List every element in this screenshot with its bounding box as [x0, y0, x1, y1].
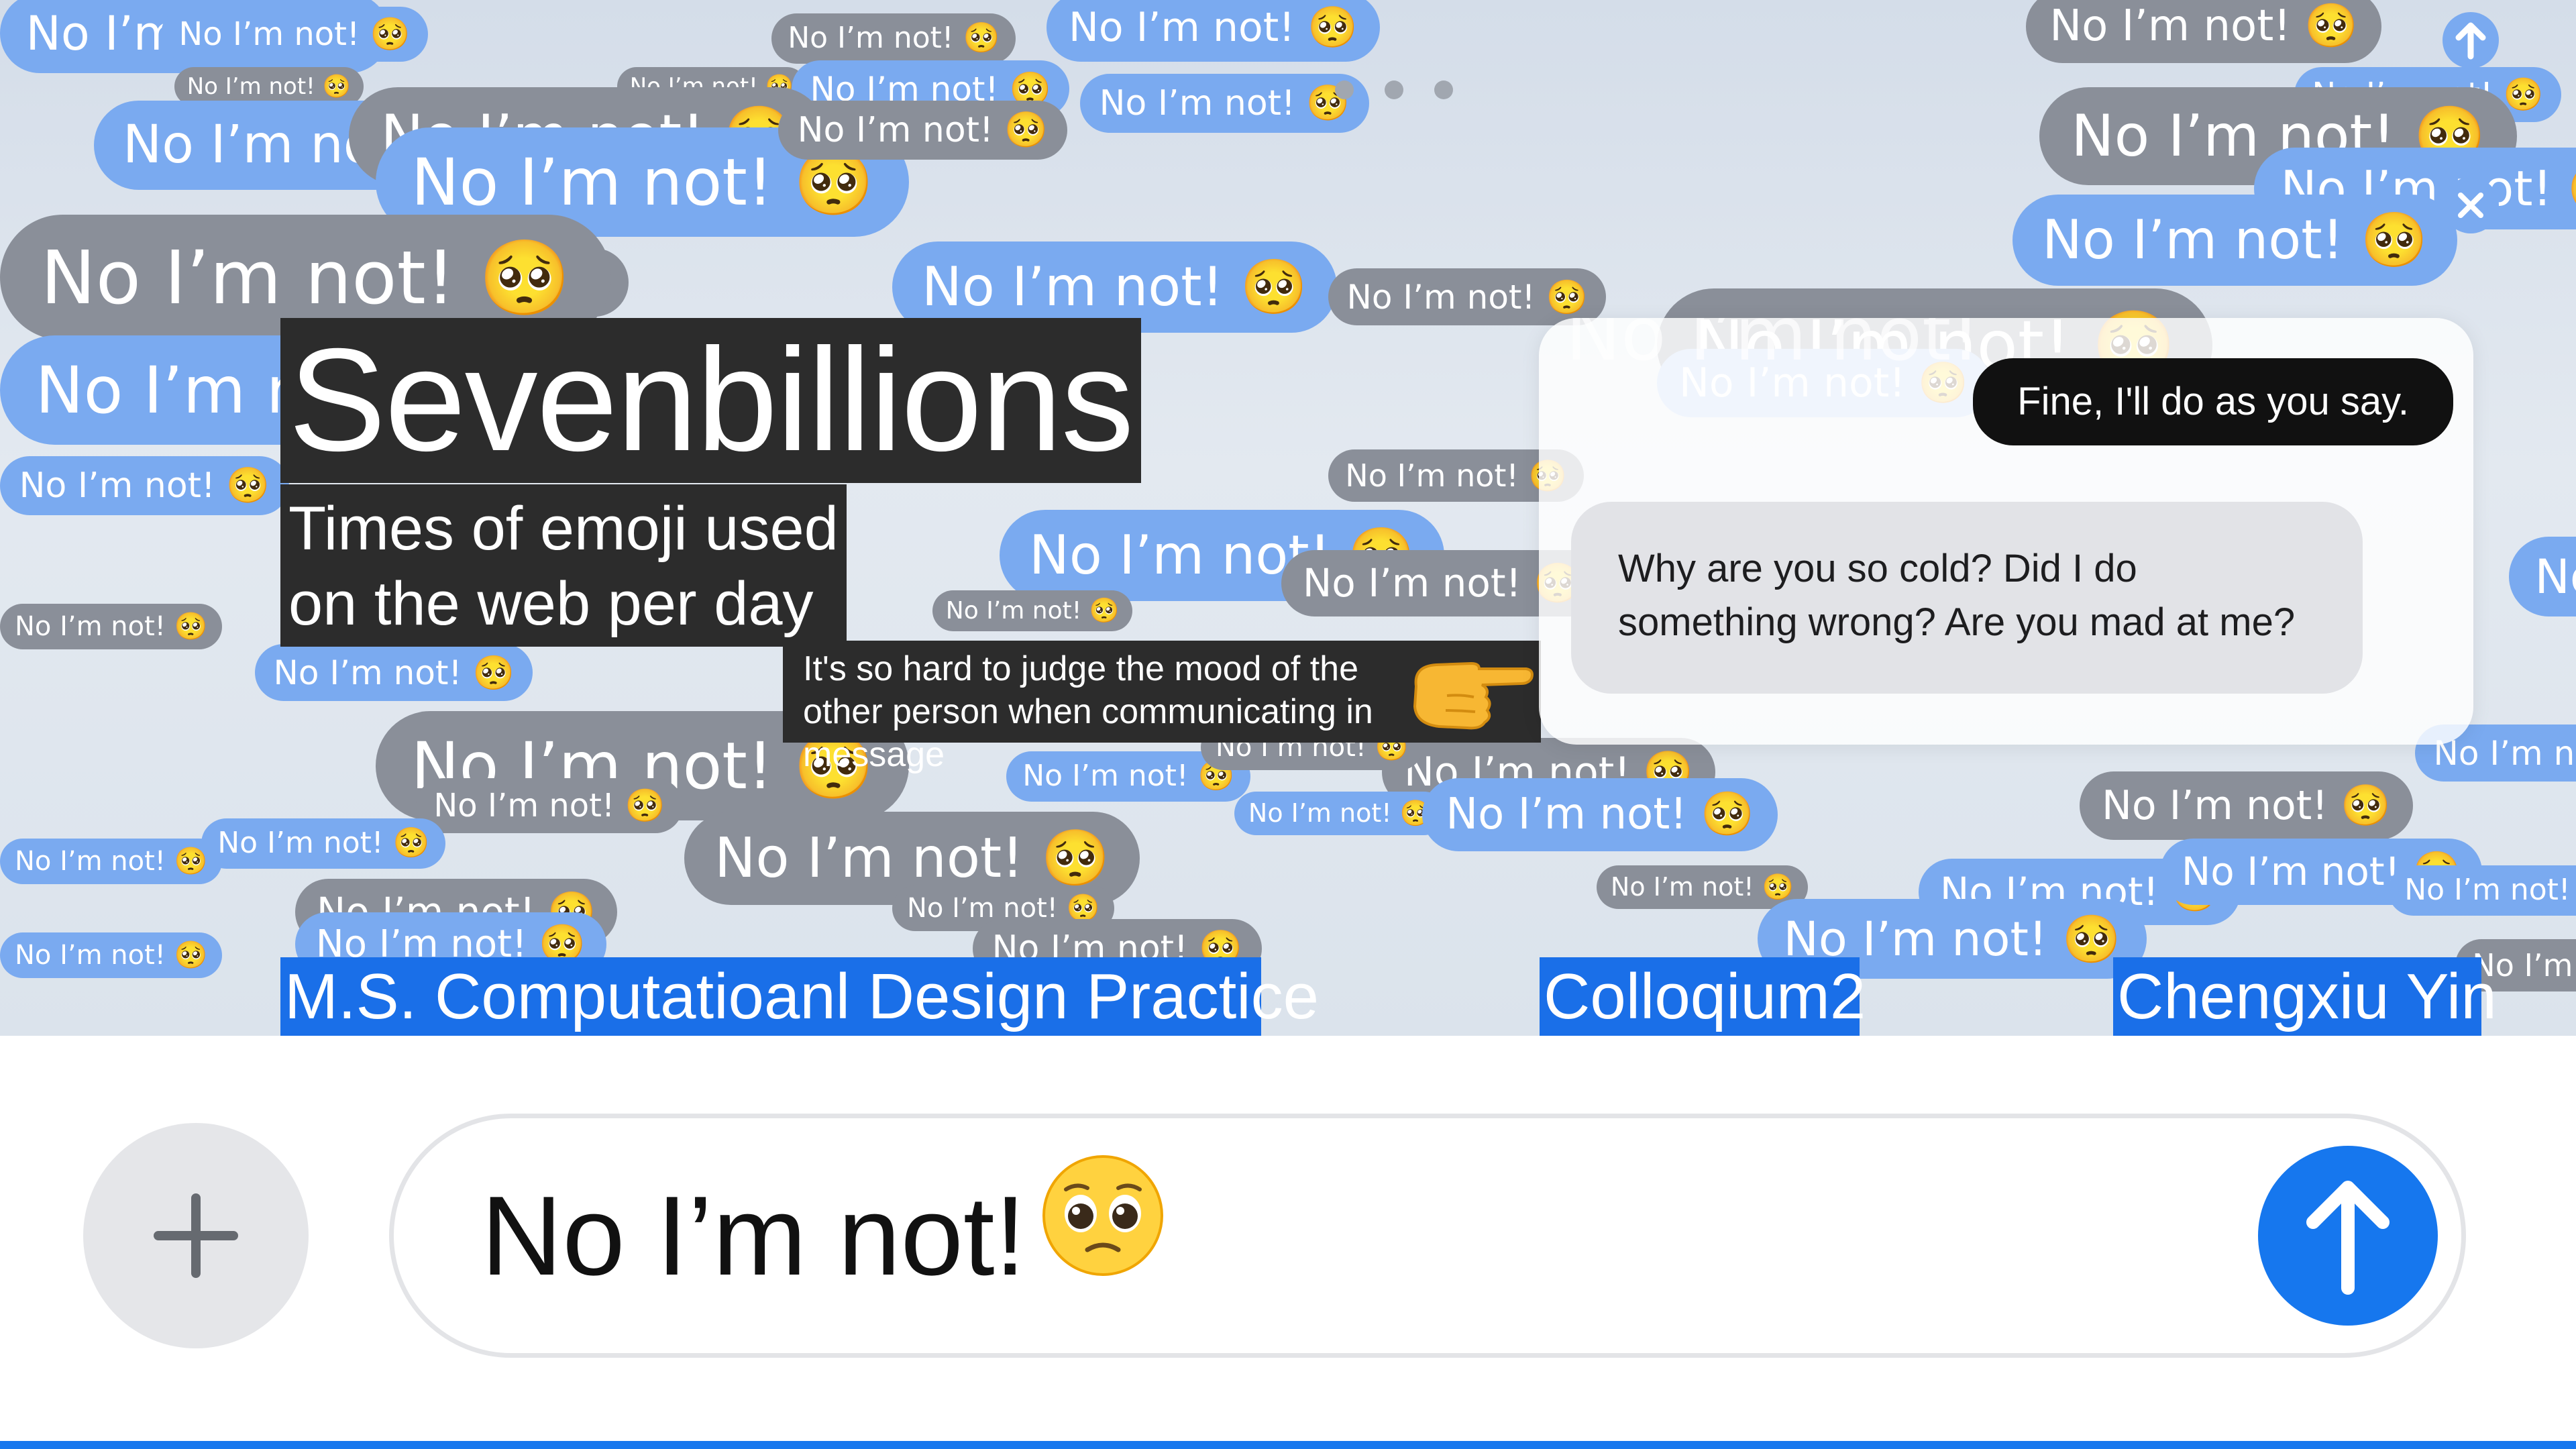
sent-message: Fine, I'll do as you say. — [1973, 358, 2453, 445]
caption-note-text: It's so hard to judge the mood of the ot… — [803, 649, 1373, 774]
typing-dot — [1434, 80, 1453, 99]
background-bubble: No I’m not! 🥺 — [255, 644, 533, 701]
subtitle-line-2: on the web per day — [288, 570, 814, 638]
background-bubble: No I’m not! 🥺 — [0, 456, 289, 516]
arrow-up-icon — [2306, 1181, 2390, 1295]
subtitle: Times of emoji used on the web per day — [280, 484, 847, 647]
arrow-up-icon — [2455, 22, 2486, 60]
background-bubble: No I’m not! 🥺 — [0, 604, 223, 649]
subtitle-line-1: Times of emoji used — [288, 494, 839, 563]
background-bubble: No I’m not! 🥺 — [2080, 771, 2414, 840]
typing-dot — [1335, 80, 1354, 99]
background-bubble: No I’m not! 🥺 — [0, 932, 223, 978]
scroll-up-button[interactable] — [2443, 12, 2499, 68]
page-title: Sevenbillions — [280, 318, 1141, 483]
background-bubble: No I’m not! 🥺 — [771, 13, 1016, 64]
background-bubble: No I’m not! 🥺 — [1597, 865, 1808, 909]
background-bubble: No I’m not! 🥺 — [2012, 195, 2457, 286]
received-message: Why are you so cold? Did I do something … — [1571, 502, 2363, 694]
chat-card-ghost-text: No I’m not! — [1566, 318, 1981, 377]
add-attachment-button[interactable] — [83, 1123, 309, 1348]
background-bubble: No I’m not! 🥺 — [416, 778, 683, 833]
pointing-right-hand-emoji — [1413, 661, 1534, 730]
dismiss-button[interactable] — [2443, 177, 2499, 233]
background-bubble: No I’m not! 🥺 — [778, 101, 1067, 160]
typing-dot — [1385, 80, 1403, 99]
author-label: Chengxiu Yin — [2113, 957, 2497, 1036]
send-button[interactable] — [2258, 1146, 2438, 1326]
background-bubble: No I’m not! 🥺 — [1328, 268, 1607, 325]
background-bubble: No I’m not! 🥺 — [2388, 865, 2576, 916]
background-bubble: No I’m not! 🥺 — [1046, 0, 1381, 62]
background-bubble: No I’m not! 🥺 — [932, 590, 1133, 632]
message-input[interactable]: No I’m not! — [389, 1114, 2466, 1358]
pleading-face-emoji — [1042, 1155, 1163, 1276]
background-bubble: No I’m not! 🥺 — [1234, 792, 1446, 835]
message-composer: No I’m not! — [0, 1036, 2576, 1449]
close-icon — [2458, 193, 2483, 218]
emoji-bubble-collage: No I’m not! 🥺No I’m not! 🥺No I’m not! 🥺N… — [0, 0, 2576, 1036]
background-bubble: No I’m not! 🥺 — [2026, 0, 2382, 63]
typing-indicator — [1335, 80, 1484, 102]
background-bubble: No I’m not! 🥺 — [2509, 537, 2576, 616]
plus-icon — [154, 1193, 238, 1278]
background-bubble: No I’m not! 🥺 — [0, 839, 223, 884]
background-bubble: No I’m not! 🥺 — [161, 7, 428, 62]
background-bubble: No I’m not! 🥺 — [201, 818, 446, 869]
program-label: M.S. Computatioanl Design Practice — [280, 957, 1319, 1036]
message-input-text: No I’m not! — [481, 1173, 1026, 1299]
caption-note: It's so hard to judge the mood of the ot… — [783, 641, 1541, 774]
colloquium-label: Colloqium2 — [1540, 957, 1866, 1036]
background-bubble: No I’m not! 🥺 — [1080, 74, 1369, 133]
background-bubble: No I’m not! 🥺 — [1422, 778, 1778, 851]
chat-card: No I’m not! Fine, I'll do as you say. Wh… — [1539, 318, 2473, 745]
bottom-accent-bar — [0, 1441, 2576, 1449]
